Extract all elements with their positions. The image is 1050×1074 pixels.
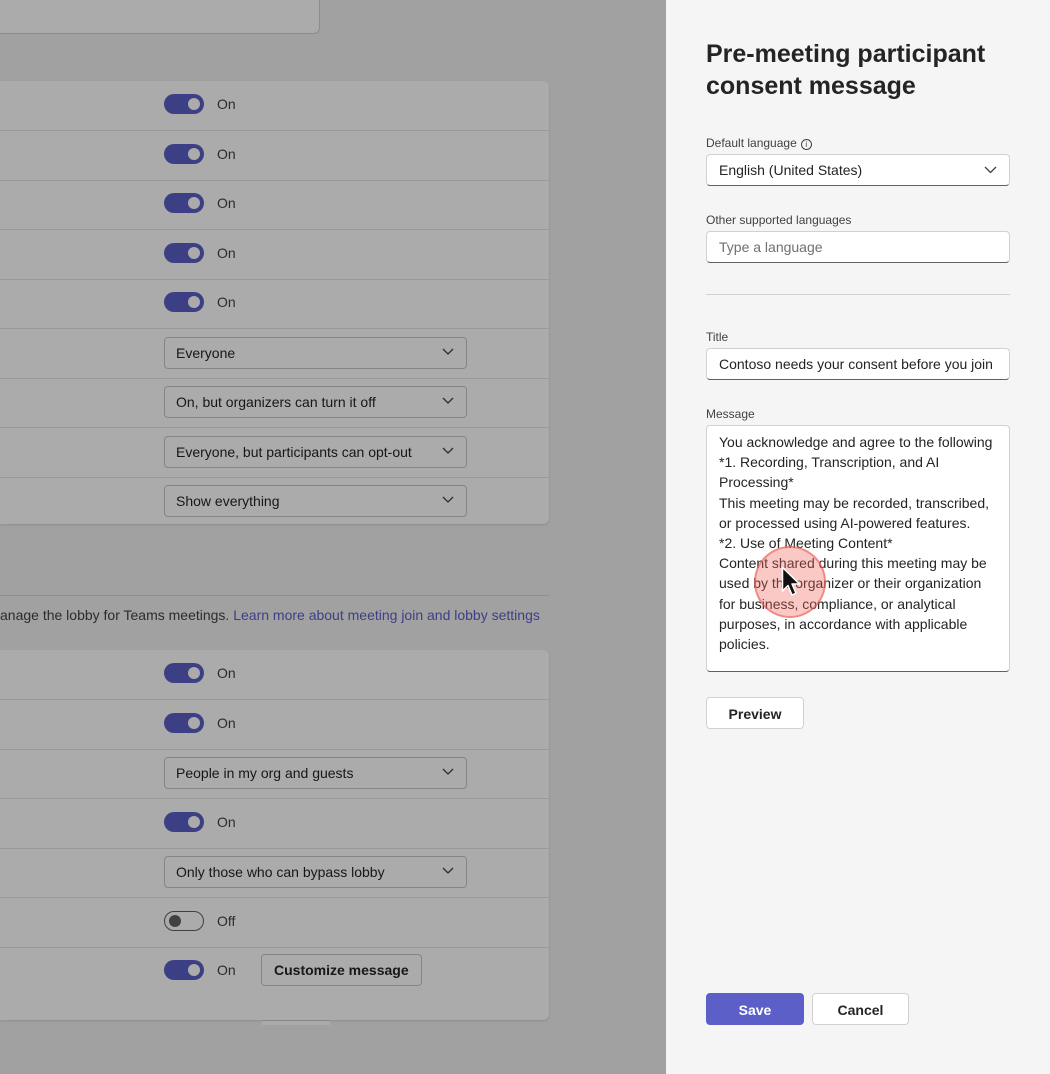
panel-divider <box>706 294 1010 295</box>
default-language-label: Default language i <box>706 136 812 150</box>
title-label: Title <box>706 330 729 344</box>
info-icon[interactable]: i <box>800 139 812 150</box>
message-textarea[interactable]: You acknowledge and agree to the followi… <box>706 425 1010 672</box>
other-languages-label: Other supported languages <box>706 213 852 227</box>
modal-overlay[interactable] <box>0 0 666 1074</box>
title-input[interactable] <box>706 348 1010 380</box>
panel-title: Pre-meeting participant consent message <box>706 40 986 100</box>
default-language-label-text: Default language <box>706 136 797 150</box>
mouse-pointer-icon <box>781 566 801 596</box>
consent-message-panel: Pre-meeting participant consent message … <box>666 0 1050 1074</box>
save-button[interactable]: Save <box>706 993 804 1025</box>
preview-button[interactable]: Preview <box>706 697 804 729</box>
message-label: Message <box>706 407 755 421</box>
default-language-value: English (United States) <box>719 162 863 178</box>
other-languages-input[interactable] <box>706 231 1010 263</box>
cancel-button[interactable]: Cancel <box>812 993 909 1025</box>
default-language-dropdown[interactable]: English (United States) <box>706 154 1010 186</box>
chevron-down-icon <box>984 166 997 174</box>
